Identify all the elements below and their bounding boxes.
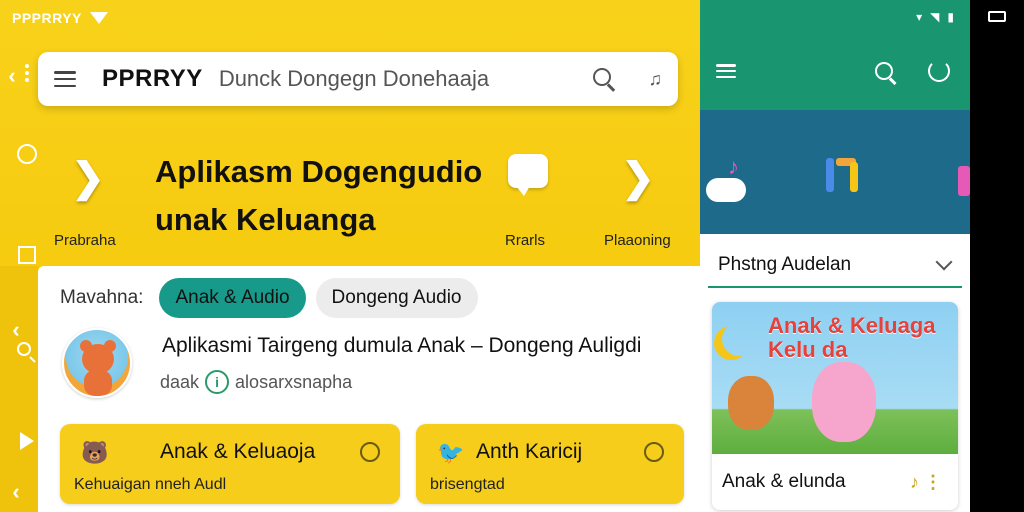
playlist-dropdown[interactable]: Phstng Audelan	[708, 244, 962, 288]
menu-icon[interactable]	[716, 64, 736, 78]
song-meta: daak i alosarxsnapha	[160, 370, 352, 394]
home-icon[interactable]	[17, 144, 37, 164]
chip-anak-audio[interactable]: Anak & Audio	[159, 278, 306, 318]
pig-illustration	[812, 362, 876, 442]
app-logo-icon[interactable]	[826, 158, 834, 192]
cloud-icon[interactable]	[706, 178, 746, 202]
tile-subtitle: brisengtad	[430, 476, 505, 493]
moon-icon	[722, 322, 756, 356]
category-icon[interactable]	[958, 166, 970, 196]
tile-anth-karicij[interactable]: 🐦 Anth Karicij brisengtad	[416, 424, 684, 504]
chat-icon[interactable]	[508, 154, 548, 196]
back-nav-icon[interactable]	[20, 432, 40, 452]
mic-icon[interactable]: ♫	[649, 69, 663, 90]
more-options-icon[interactable]: ♪ ⋮	[910, 472, 942, 493]
card-footer: Anak & elunda ♪ ⋮	[712, 454, 958, 510]
story-illustration: Anak & Keluaga Kelu da	[712, 302, 958, 454]
battery-icon: ▮	[947, 10, 954, 24]
play-icon-2[interactable]: ❯	[618, 156, 658, 200]
radio-button[interactable]	[644, 442, 664, 462]
status-bar-right: ▾ ◥ ▮	[700, 0, 970, 34]
bird-icon: 🐦	[437, 440, 465, 465]
battery-icon	[988, 11, 1006, 22]
wifi-icon	[89, 12, 108, 24]
story-card[interactable]: Anak & Keluaga Kelu da Anak & elunda ♪ ⋮	[712, 302, 958, 510]
hero-left-label: Prabraha	[54, 232, 116, 249]
content-panel: Mavahna: Anak & Audio Dongeng Audio Apli…	[38, 266, 700, 512]
filter-row: Mavahna: Anak & Audio Dongeng Audio	[60, 278, 478, 318]
app-title: PPRRYY	[102, 65, 203, 92]
overflow-menu-icon[interactable]	[17, 64, 37, 84]
bear-illustration	[728, 376, 774, 430]
song-title[interactable]: Aplikasmi Tairgeng dumula Anak – Dongeng…	[162, 334, 641, 358]
prev-chevron-icon[interactable]: ‹	[4, 317, 28, 342]
search-icon[interactable]	[17, 342, 37, 363]
search-icon[interactable]	[875, 62, 897, 84]
toolbar	[700, 34, 970, 110]
tile-title: Anth Karicij	[476, 440, 583, 463]
wifi-icon: ◥	[930, 10, 940, 24]
radio-button[interactable]	[360, 442, 380, 462]
play-icon[interactable]: ❯	[68, 156, 108, 200]
left-app-window: PPPRRYY ‹ PPRRYY Dunck Dongegn Donehaaja…	[0, 0, 700, 512]
dropdown-label: Phstng Audelan	[718, 254, 852, 275]
meta-suffix: alosarxsnapha	[235, 371, 353, 392]
tile-anak-keluaoja[interactable]: 🐻 Anak & Keluaoja Kehuaigan nneh Audl	[60, 424, 400, 504]
card-footer-label: Anak & elunda	[722, 471, 846, 492]
carrier-text: PPPRRYY	[12, 10, 82, 26]
status-bar: PPPRRYY	[12, 8, 108, 28]
menu-icon[interactable]	[54, 71, 76, 87]
tile-subtitle: Kehuaigan nneh Audl	[74, 476, 227, 493]
search-bar[interactable]: PPRRYY Dunck Dongegn Donehaaja ♫	[38, 52, 678, 106]
hero-title: Aplikasm Dogengudio unak Keluanga	[155, 154, 483, 237]
avatar[interactable]	[62, 328, 132, 398]
hero-right-label-1: Rrarls	[505, 232, 545, 249]
category-banner: ♪	[700, 110, 970, 234]
meta-prefix: daak	[160, 371, 200, 392]
signal-icon: ▾	[916, 10, 923, 24]
bear-icon: 🐻	[81, 440, 109, 465]
side-strip: ‹ ‹	[0, 266, 38, 512]
search-icon[interactable]	[592, 68, 615, 90]
refresh-icon[interactable]	[928, 60, 950, 82]
recents-icon[interactable]	[18, 246, 36, 264]
info-icon[interactable]: i	[205, 370, 230, 394]
filter-label: Mavahna:	[60, 287, 144, 308]
music-note-icon: ♪	[728, 154, 739, 179]
tile-title: Anak & Keluaoja	[160, 440, 316, 463]
system-nav-bar	[970, 0, 1024, 512]
chip-dongeng-audio[interactable]: Dongeng Audio	[315, 278, 478, 318]
chevron-down-icon[interactable]	[935, 253, 953, 271]
prev-chevron-icon-2[interactable]: ‹	[4, 479, 28, 504]
hero-right-label-2: Plaaoning	[604, 232, 671, 249]
search-input[interactable]: Dunck Dongegn Donehaaja	[219, 66, 489, 92]
card-illustration-title: Anak & Keluaga Kelu da	[768, 313, 936, 362]
